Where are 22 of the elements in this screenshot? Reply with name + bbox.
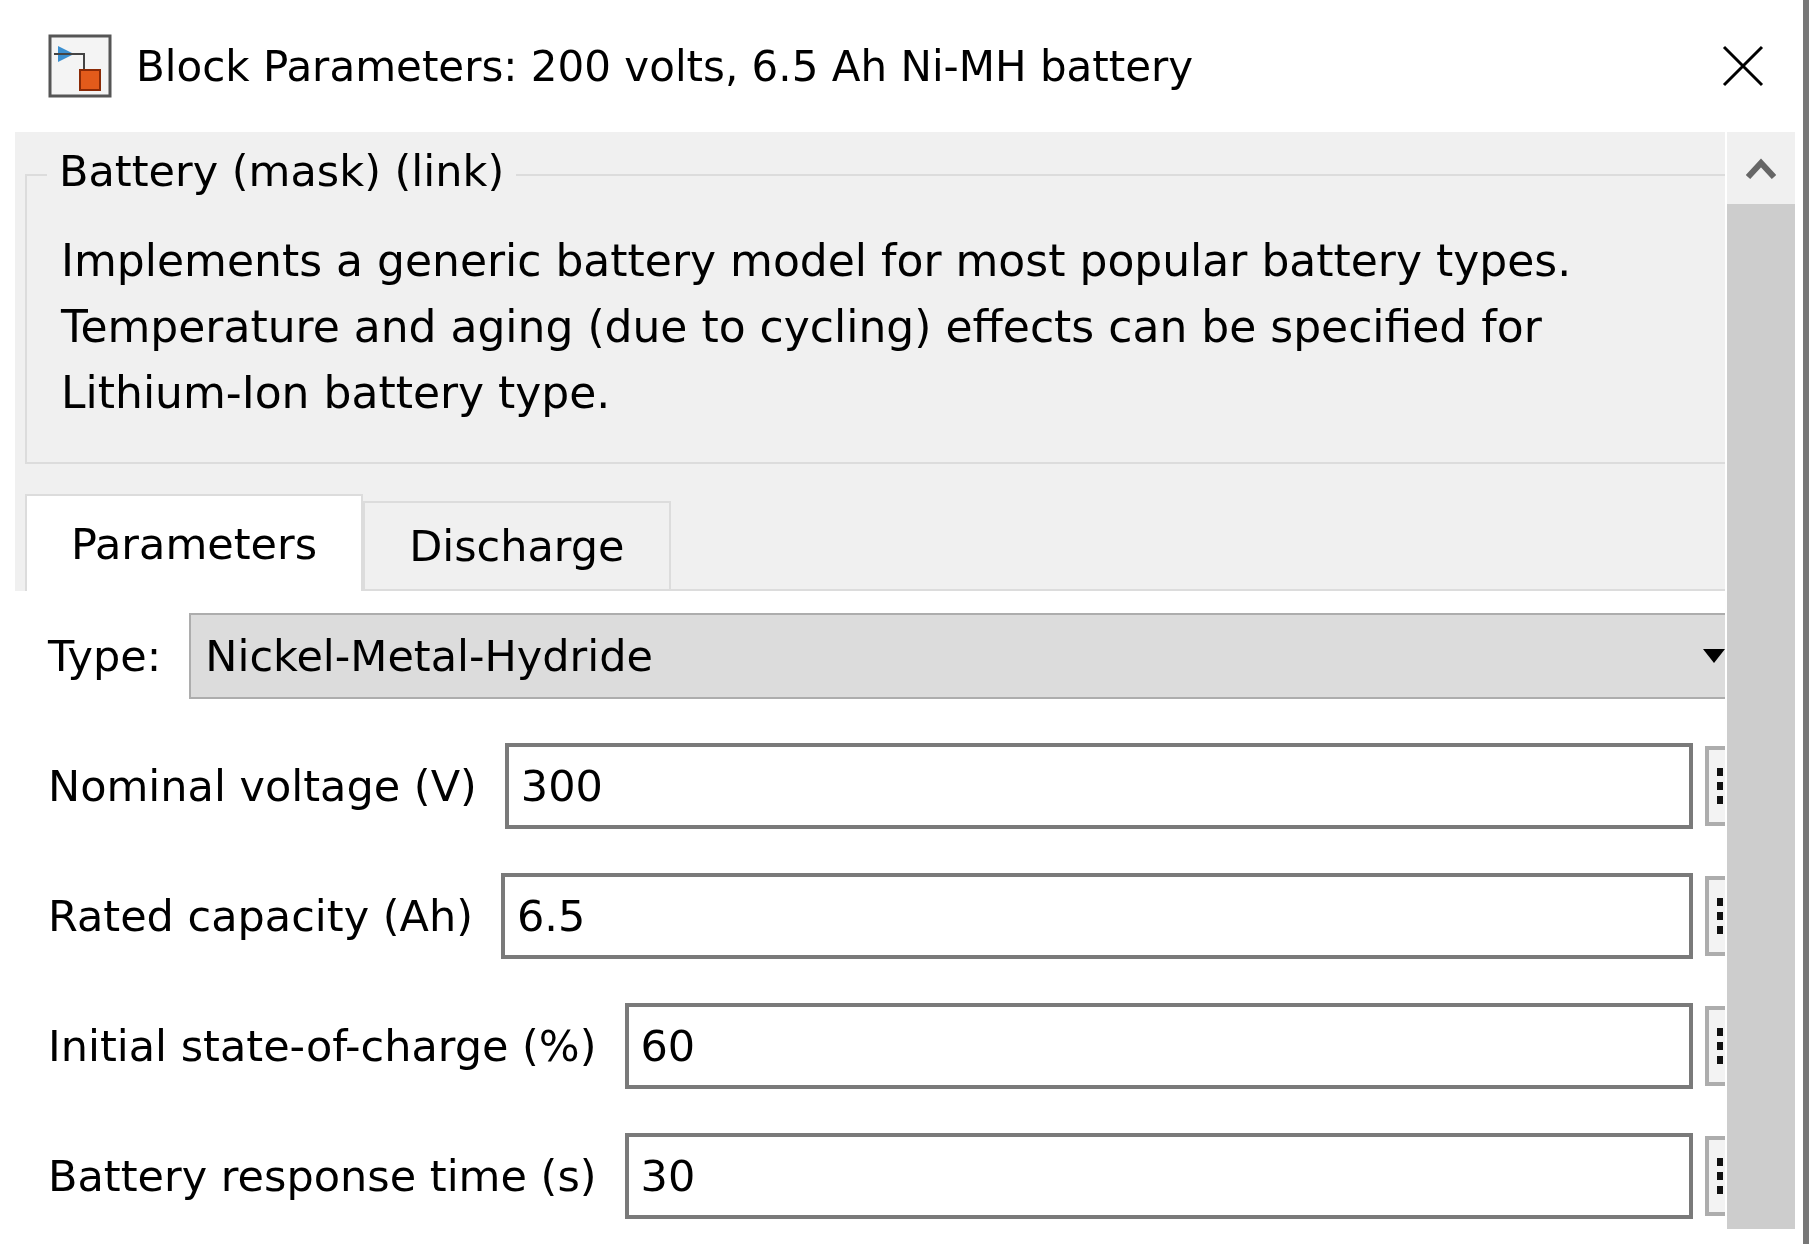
dropdown-arrow-icon — [1703, 649, 1725, 663]
more-options-button[interactable] — [1705, 876, 1725, 956]
more-options-button[interactable] — [1705, 746, 1725, 826]
scrollbar-thumb[interactable] — [1727, 204, 1795, 1229]
field-label: Nominal voltage (V) — [48, 761, 477, 811]
field-label: Initial state-of-charge (%) — [48, 1021, 597, 1071]
block-icon — [48, 34, 112, 98]
scroll-up-icon[interactable] — [1727, 132, 1795, 204]
input-field[interactable]: 300 — [504, 743, 1693, 829]
description-text: Implements a generic battery model for most popular battery types. Temperature and aging (due to cycling) effects can be specified for Lithium-Ion battery type. — [61, 234, 1573, 420]
window-title: Block Parameters: 200 volts, 6.5 Ah Ni-MH battery — [136, 41, 1195, 91]
more-options-button[interactable] — [1705, 1136, 1725, 1216]
tab[interactable]: Discharge — [363, 501, 671, 589]
tab[interactable]: Parameters — [25, 494, 364, 591]
field-label: Rated capacity (Ah) — [48, 891, 473, 941]
field-label: Type: — [48, 631, 162, 681]
more-options-button[interactable] — [1705, 1006, 1725, 1086]
input-field[interactable]: 6.5 — [501, 873, 1693, 959]
input-field[interactable]: 60 — [624, 1003, 1693, 1089]
field-label: Battery response time (s) — [48, 1151, 597, 1201]
input-field[interactable]: 30 — [624, 1133, 1693, 1219]
type-dropdown[interactable]: Nickel-Metal-Hydride — [189, 613, 1725, 699]
